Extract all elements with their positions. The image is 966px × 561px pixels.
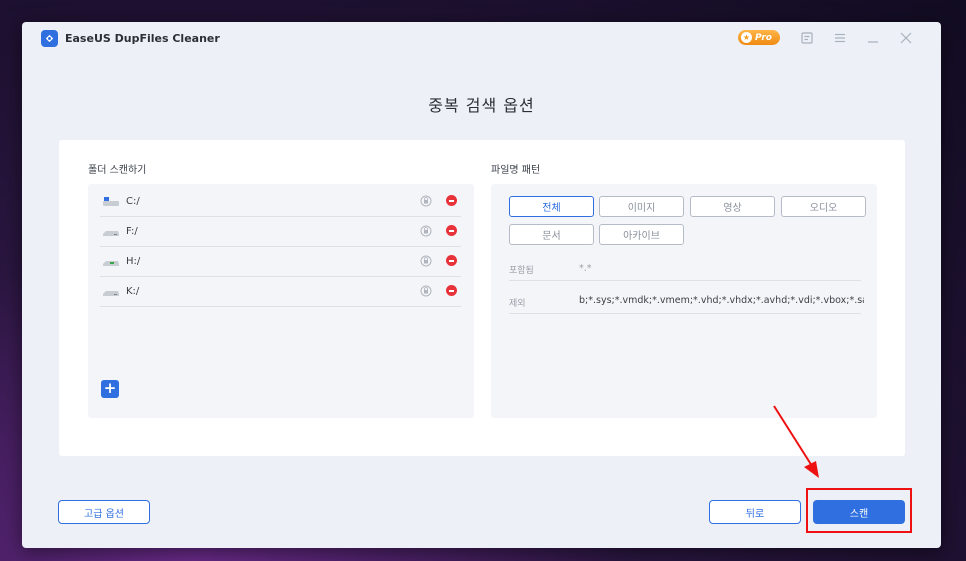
- filter-images[interactable]: 이미지: [599, 196, 684, 217]
- exclude-field[interactable]: b;*.sys;*.vmdk;*.vmem;*.vhd;*.vhdx;*.avh…: [579, 295, 864, 306]
- filter-video[interactable]: 영상: [690, 196, 775, 217]
- minimize-icon[interactable]: [866, 31, 880, 45]
- remove-icon[interactable]: [446, 225, 457, 236]
- folder-list: C:/ F:/ H:/ K:/ +: [88, 184, 474, 418]
- include-label: 포함됨: [509, 266, 534, 276]
- exclude-label: 제외: [509, 299, 526, 309]
- lock-icon[interactable]: [420, 285, 432, 297]
- remove-icon[interactable]: [446, 195, 457, 206]
- page-title: 중복 검색 옵션: [428, 96, 535, 115]
- drive-label: C:/: [126, 196, 140, 207]
- drive-icon: [103, 291, 119, 296]
- drive-row-k[interactable]: K:/: [100, 277, 461, 307]
- advanced-options-button[interactable]: 고급 옵션: [58, 500, 150, 524]
- folders-label: 폴더 스캔하기: [88, 165, 147, 176]
- menu-icon[interactable]: [833, 31, 847, 45]
- back-button[interactable]: 뒤로: [709, 500, 801, 524]
- drive-label: H:/: [126, 256, 141, 267]
- divider: [509, 313, 861, 314]
- drive-row-c[interactable]: C:/: [100, 187, 461, 217]
- drive-label: F:/: [126, 226, 138, 237]
- pro-badge[interactable]: ★ Pro: [738, 30, 780, 45]
- pattern-options: 전체 이미지 영상 오디오 문서 아카이브 포함됨 *.* 제외 b;*.sys…: [491, 184, 877, 418]
- include-field[interactable]: *.*: [579, 263, 592, 274]
- windows-drive-icon: [103, 197, 119, 206]
- close-icon[interactable]: [899, 31, 913, 45]
- filter-documents[interactable]: 문서: [509, 224, 594, 245]
- lock-icon[interactable]: [420, 255, 432, 267]
- drive-label: K:/: [126, 286, 140, 297]
- app-window: EaseUS DupFiles Cleaner ★ Pro 중복 검색 옵션 폴…: [22, 22, 941, 548]
- usb-drive-icon: [103, 261, 119, 266]
- options-panel: 폴더 스캔하기 파일명 패턴 C:/ F:/ H:/ K:/ + 전체 이미지 …: [59, 140, 905, 456]
- filter-audio[interactable]: 오디오: [781, 196, 866, 217]
- app-logo-icon: [41, 30, 58, 47]
- filter-all[interactable]: 전체: [509, 196, 594, 217]
- lock-icon[interactable]: [420, 195, 432, 207]
- drive-row-h[interactable]: H:/: [100, 247, 461, 277]
- divider: [509, 280, 861, 281]
- remove-icon[interactable]: [446, 255, 457, 266]
- add-folder-button[interactable]: +: [101, 380, 119, 398]
- remove-icon[interactable]: [446, 285, 457, 296]
- drive-icon: [103, 231, 119, 236]
- scan-highlight-box: [806, 488, 912, 533]
- filter-archives[interactable]: 아카이브: [599, 224, 684, 245]
- feedback-icon[interactable]: [800, 31, 814, 45]
- lock-icon[interactable]: [420, 225, 432, 237]
- patterns-label: 파일명 패턴: [491, 165, 541, 176]
- star-icon: ★: [741, 32, 752, 43]
- app-title: EaseUS DupFiles Cleaner: [65, 32, 220, 45]
- drive-row-f[interactable]: F:/: [100, 217, 461, 247]
- title-bar: EaseUS DupFiles Cleaner ★ Pro: [22, 22, 941, 56]
- pro-label: Pro: [755, 32, 772, 43]
